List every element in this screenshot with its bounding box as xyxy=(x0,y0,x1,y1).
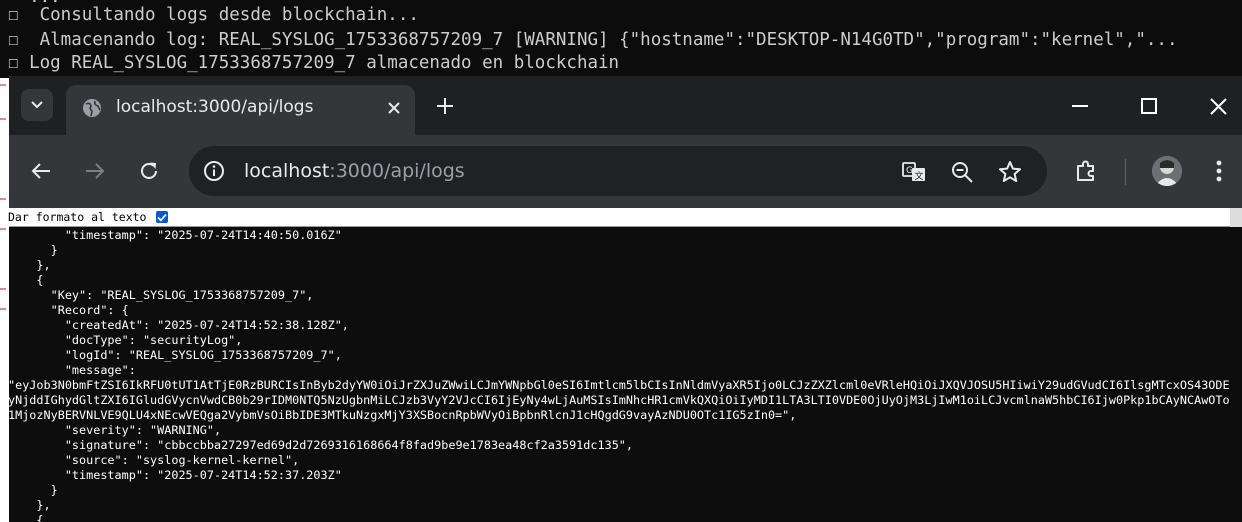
reload-button[interactable] xyxy=(133,155,165,187)
svg-text:G: G xyxy=(906,166,913,176)
json-viewer: "timestamp": "2025-07-24T14:40:50.016Z" … xyxy=(8,228,1233,522)
json-line: { xyxy=(8,513,44,522)
json-line: }, xyxy=(8,258,51,272)
toolbar: localhost:3000/api/logs G文 xyxy=(9,135,1242,208)
json-line: { xyxy=(8,273,44,287)
translate-icon: G文 xyxy=(902,162,925,182)
json-line: "Key": "REAL_SYSLOG_1753368757209_7", xyxy=(8,288,314,302)
json-line: "message": xyxy=(8,363,136,377)
extensions-button[interactable] xyxy=(1070,155,1102,187)
json-line: "logId": "REAL_SYSLOG_1753368757209_7", xyxy=(8,348,342,362)
json-line: "docType": "securityLog", xyxy=(8,333,243,347)
address-bar[interactable]: localhost:3000/api/logs G文 xyxy=(189,146,1047,196)
menu-button[interactable] xyxy=(1203,155,1235,187)
tab-title: localhost:3000/api/logs xyxy=(116,97,314,117)
minimize-icon xyxy=(1072,105,1088,107)
close-window-icon xyxy=(1209,97,1227,115)
close-window-button[interactable] xyxy=(1195,86,1241,126)
json-line: "Record": { xyxy=(8,303,129,317)
star-icon xyxy=(999,161,1021,182)
url-text[interactable]: localhost:3000/api/logs xyxy=(244,158,465,184)
tab-search-icon xyxy=(31,101,43,109)
json-line: "timestamp": "2025-07-24T14:40:50.016Z" xyxy=(8,228,342,242)
close-icon xyxy=(388,102,400,114)
zoom-button[interactable] xyxy=(949,159,975,185)
globe-icon xyxy=(83,99,101,117)
terminal-line: ☐ Consultando logs desde blockchain... xyxy=(8,5,419,25)
json-line: }, xyxy=(8,498,51,512)
page-content: Dar formato al texto "timestamp": "2025-… xyxy=(8,208,1242,522)
menu-icon xyxy=(1216,160,1222,182)
tab-active[interactable]: localhost:3000/api/logs xyxy=(66,85,415,135)
extensions-icon xyxy=(1077,160,1094,181)
json-line: } xyxy=(8,483,58,497)
json-line: "source": "syslog-kernel-kernel", xyxy=(8,453,300,467)
url-path: :3000/api/logs xyxy=(329,160,465,182)
plus-icon xyxy=(437,98,453,114)
tab-search-button[interactable] xyxy=(21,89,53,121)
maximize-icon xyxy=(1141,98,1157,114)
url-host: localhost xyxy=(244,160,330,182)
back-button[interactable] xyxy=(25,155,57,187)
minimize-button[interactable] xyxy=(1057,86,1103,126)
new-tab-button[interactable] xyxy=(432,93,458,119)
zoom-icon xyxy=(952,162,973,183)
json-line: "createdAt": "2025-07-24T14:52:38.128Z", xyxy=(8,318,349,332)
browser-window: localhost:3000/api/logs localhost:3000/a… xyxy=(8,76,1242,522)
toolbar-divider xyxy=(1125,159,1126,185)
json-line: "severity": "WARNING", xyxy=(8,423,222,437)
back-icon xyxy=(31,163,50,179)
info-icon[interactable] xyxy=(203,160,225,182)
maximize-button[interactable] xyxy=(1126,86,1172,126)
title-bar: localhost:3000/api/logs xyxy=(9,76,1242,135)
forward-button[interactable] xyxy=(79,155,111,187)
json-message-value: "eyJob3N0bmFtZSI6IkRFU0tUT1AtTjE0RzBURCI… xyxy=(8,378,1230,422)
forward-icon xyxy=(86,163,105,179)
terminal-line: ☐ Almacenando log: REAL_SYSLOG_175336875… xyxy=(8,30,1178,50)
json-line: "signature": "cbbccbba27297ed69d2d726931… xyxy=(8,438,634,452)
avatar[interactable] xyxy=(1152,156,1182,186)
translate-button[interactable]: G文 xyxy=(901,159,927,185)
checkmark-icon xyxy=(157,213,167,222)
pretty-print-checkbox[interactable] xyxy=(156,211,168,223)
pretty-print-bar: Dar formato al texto xyxy=(8,208,1242,227)
terminal-line: ☐ Log REAL_SYSLOG_1753368757209_7 almace… xyxy=(8,53,620,73)
tab-close-button[interactable] xyxy=(383,97,405,119)
scrollbar-corner xyxy=(1230,208,1242,227)
pretty-print-label: Dar formato al texto xyxy=(8,210,147,224)
json-line: } xyxy=(8,243,58,257)
reload-icon xyxy=(141,162,157,179)
bookmark-button[interactable] xyxy=(997,159,1023,185)
svg-text:文: 文 xyxy=(915,170,924,182)
json-line: "timestamp": "2025-07-24T14:52:37.203Z" xyxy=(8,468,342,482)
